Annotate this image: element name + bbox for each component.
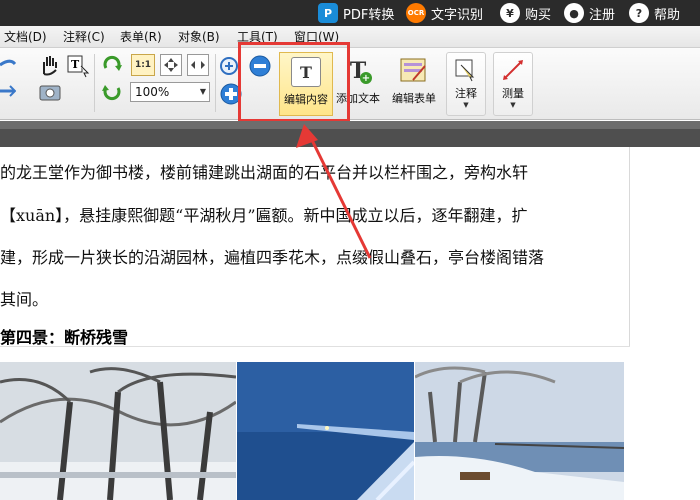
annotation-arrow [296, 124, 372, 259]
app-window: P PDF转换 OCR 文字识别 ¥ 购买 ● 注册 ? 帮助 文档(D) 注释… [0, 0, 700, 500]
